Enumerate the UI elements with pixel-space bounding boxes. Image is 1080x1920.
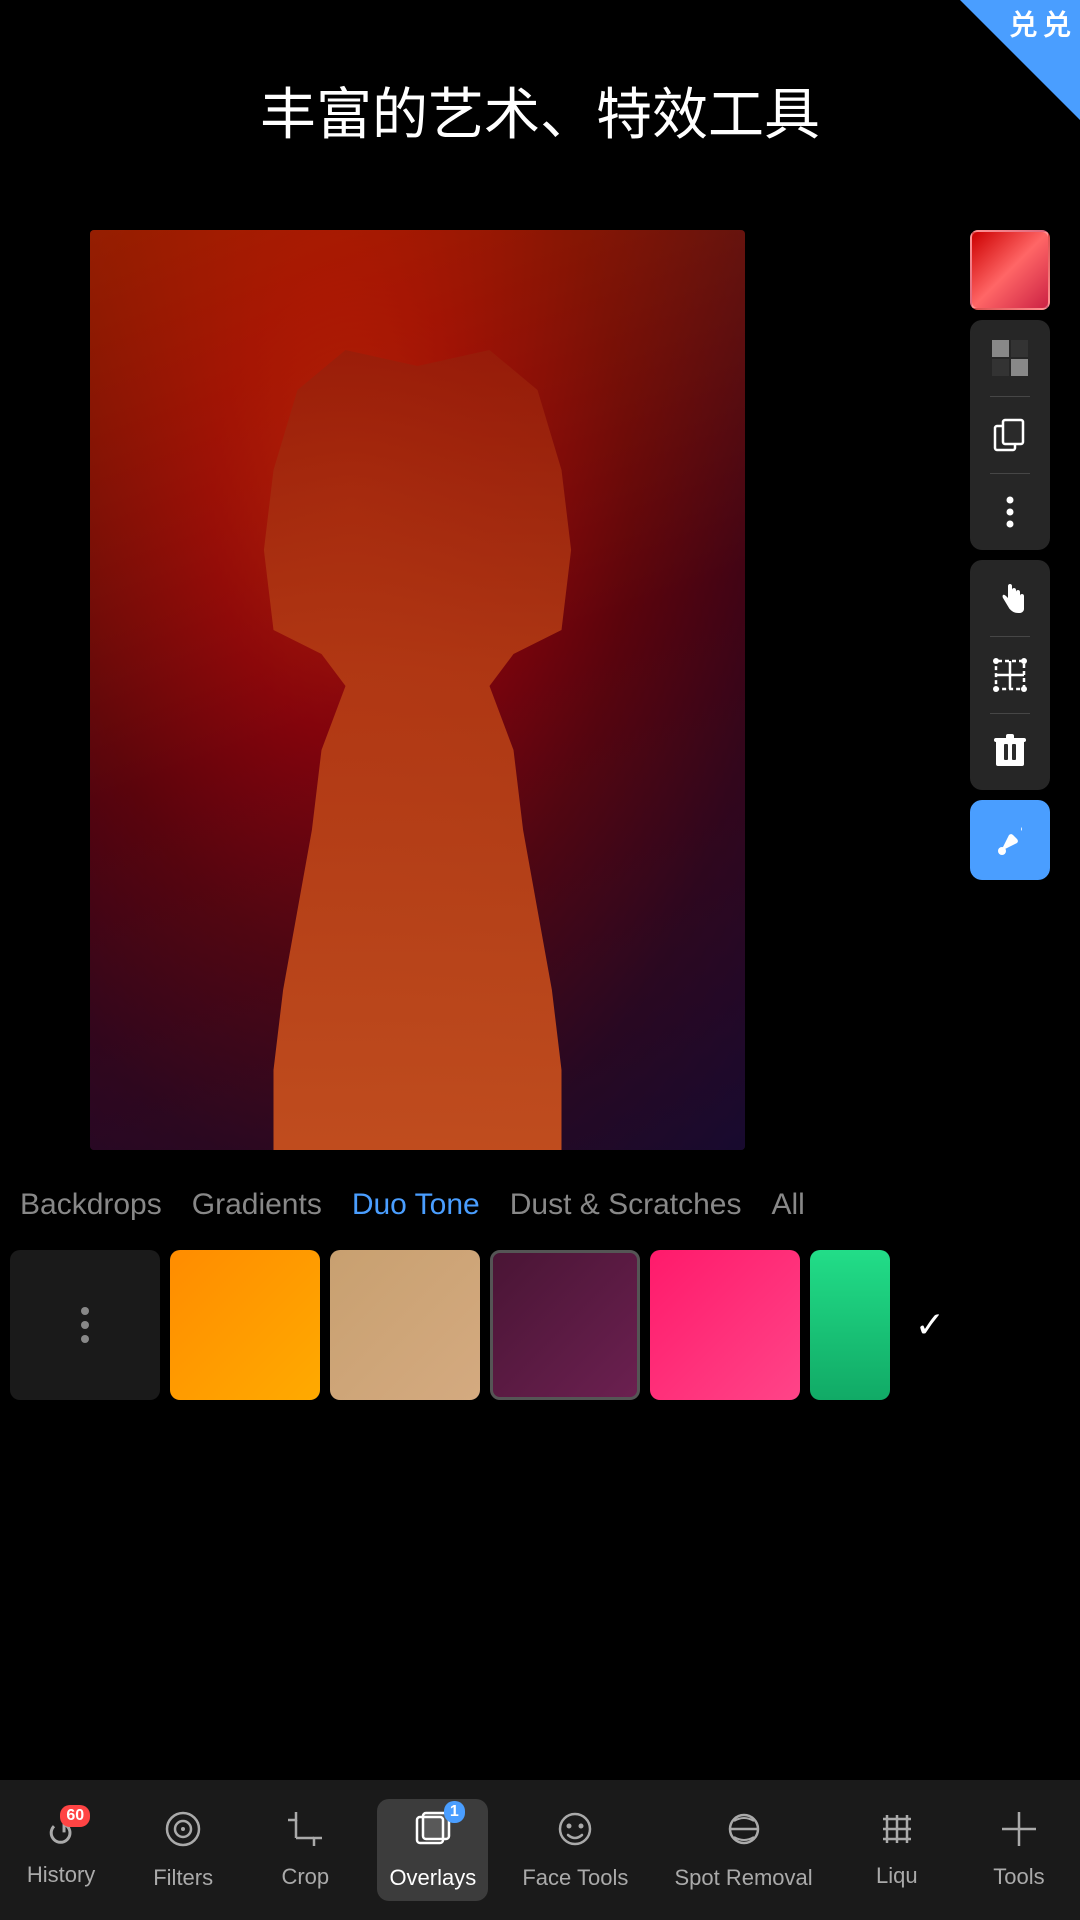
- crop-label: Crop: [281, 1864, 329, 1890]
- overlay-menu-button[interactable]: [10, 1250, 160, 1400]
- face-tools-icon: [555, 1809, 595, 1859]
- hand-tool-button[interactable]: [978, 566, 1042, 630]
- overlays-label: Overlays: [389, 1865, 476, 1891]
- tools-label: Tools: [993, 1864, 1044, 1890]
- face-tools-label: Face Tools: [522, 1865, 628, 1891]
- right-toolbar: [970, 230, 1050, 880]
- toolbar-divider-2: [990, 473, 1030, 474]
- checker-button[interactable]: [978, 326, 1042, 390]
- overlays-badge: 1: [444, 1801, 465, 1823]
- overlay-orange[interactable]: [170, 1250, 320, 1400]
- nav-face-tools[interactable]: Face Tools: [510, 1799, 640, 1901]
- liquify-label: Liqu: [876, 1863, 918, 1889]
- copy-button[interactable]: [978, 403, 1042, 467]
- tools-icon: [1000, 1810, 1038, 1858]
- dot-3: [81, 1335, 89, 1343]
- overlay-tan[interactable]: [330, 1250, 480, 1400]
- filters-icon: [163, 1809, 203, 1859]
- nav-history[interactable]: ↺ 60 History: [11, 1803, 111, 1898]
- nav-liquify[interactable]: Liqu: [847, 1801, 947, 1899]
- badge-text: 兑兑: [997, 0, 1080, 48]
- delete-button[interactable]: [978, 720, 1042, 784]
- spot-removal-label: Spot Removal: [674, 1865, 812, 1891]
- history-icon: ↺ 60: [46, 1813, 76, 1856]
- nav-crop[interactable]: Crop: [255, 1800, 355, 1900]
- color-swatch[interactable]: [970, 230, 1050, 310]
- tab-backdrops[interactable]: Backdrops: [20, 1184, 162, 1226]
- checkmark-button[interactable]: ✓: [900, 1250, 960, 1400]
- page-title: 丰富的艺术、特效工具: [0, 70, 1080, 151]
- nav-overlays[interactable]: 1 Overlays: [377, 1799, 488, 1901]
- nav-spot-removal[interactable]: Spot Removal: [662, 1799, 824, 1901]
- liquify-icon: [879, 1811, 915, 1857]
- toolbar-divider-4: [990, 713, 1030, 714]
- filters-label: Filters: [153, 1865, 213, 1891]
- nav-filters[interactable]: Filters: [133, 1799, 233, 1901]
- toolbar-divider-3: [990, 636, 1030, 637]
- category-tabs: Backdrops Gradients Duo Tone Dust & Scra…: [0, 1175, 1080, 1235]
- dot-1: [81, 1307, 89, 1315]
- tab-gradients[interactable]: Gradients: [192, 1184, 322, 1226]
- tab-duo-tone[interactable]: Duo Tone: [352, 1184, 480, 1226]
- more-options-button[interactable]: [978, 480, 1042, 544]
- photo-canvas[interactable]: [90, 230, 745, 1150]
- overlay-pink[interactable]: [650, 1250, 800, 1400]
- transform-button[interactable]: [978, 643, 1042, 707]
- toolbar-section-lower: [970, 560, 1050, 790]
- toolbar-section-top: [970, 320, 1050, 550]
- overlay-green[interactable]: [810, 1250, 890, 1400]
- spot-removal-icon: [724, 1809, 764, 1859]
- eyedropper-button[interactable]: [970, 800, 1050, 880]
- crop-icon: [286, 1810, 324, 1858]
- tab-dust-scratches[interactable]: Dust & Scratches: [510, 1184, 742, 1226]
- overlays-row: ✓: [0, 1240, 1080, 1410]
- photo-background: [90, 230, 745, 1150]
- history-label: History: [27, 1862, 95, 1888]
- tab-all[interactable]: All: [771, 1184, 804, 1226]
- toolbar-divider: [990, 396, 1030, 397]
- history-badge: 60: [60, 1805, 90, 1827]
- overlays-icon: 1: [413, 1809, 453, 1859]
- nav-tools[interactable]: Tools: [969, 1800, 1069, 1900]
- overlay-dark-red[interactable]: [490, 1250, 640, 1400]
- bottom-nav: ↺ 60 History Filters Crop: [0, 1780, 1080, 1920]
- dot-2: [81, 1321, 89, 1329]
